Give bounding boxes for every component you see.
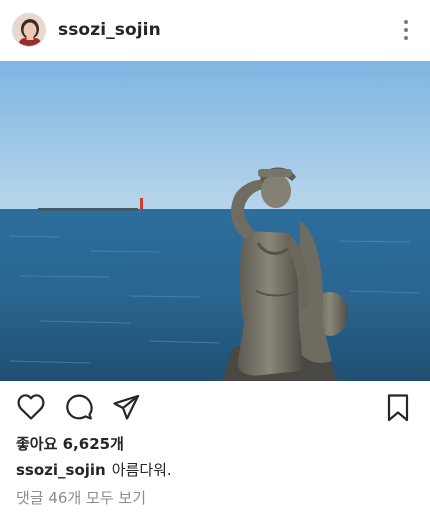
- avatar-image: [13, 14, 45, 46]
- dot: [404, 36, 408, 40]
- post-caption: ssozi_sojin 아름다워.: [16, 459, 172, 480]
- avatar[interactable]: [12, 13, 46, 47]
- post-header: ssozi_sojin: [0, 0, 430, 60]
- dot: [404, 20, 408, 24]
- heart-icon[interactable]: [16, 393, 46, 421]
- likes-count[interactable]: 좋아요 6,625개: [16, 433, 124, 454]
- caption-text: 아름다워.: [111, 461, 172, 479]
- comment-icon[interactable]: [65, 393, 93, 421]
- post-username[interactable]: ssozi_sojin: [58, 20, 161, 40]
- post-photo[interactable]: [0, 61, 430, 381]
- view-all-comments-link[interactable]: 댓글 46개 모두 보기: [16, 487, 146, 508]
- haenyeo-statue-sea-image: [0, 61, 430, 381]
- caption-username[interactable]: ssozi_sojin: [16, 461, 106, 479]
- send-icon[interactable]: [112, 393, 140, 421]
- more-options-icon[interactable]: [396, 18, 416, 42]
- bookmark-icon[interactable]: [386, 393, 410, 423]
- post-actions-bar: [0, 388, 430, 428]
- dot: [404, 28, 408, 32]
